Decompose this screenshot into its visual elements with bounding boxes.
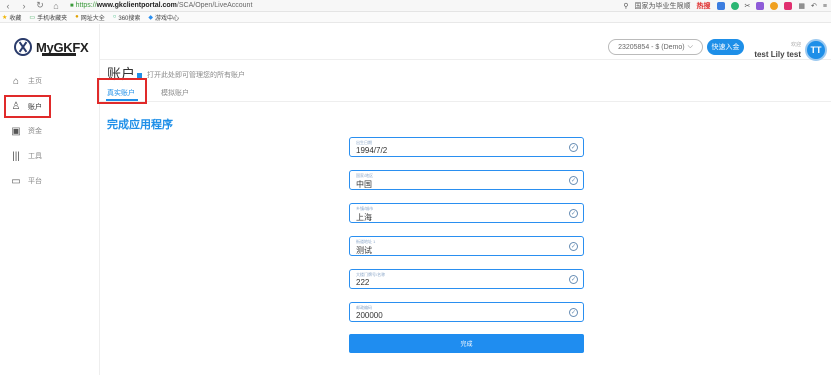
birthdate-field[interactable]: 出生日期 1994/7/2 ✓ [349, 137, 584, 157]
sidebar-item-funds[interactable]: ▣ 资金 [8, 122, 94, 140]
extension-icon-2[interactable] [730, 2, 739, 10]
browser-toolbar: ‹ › ↻ ⌂ ■ https:// www.gkclientportal.co… [0, 0, 831, 12]
check-circle-icon: ✓ [569, 143, 578, 152]
sidebar-item-label: 平台 [28, 178, 42, 185]
city-field[interactable]: 乡镇/城市 上海 ✓ [349, 203, 584, 223]
search-engine-icon: ○ [112, 14, 117, 20]
browser-right-tools: ⚲ 国家为毕业生限顺 热搜 ✂ ▦ ↶ ≡ [623, 0, 827, 12]
menu-icon[interactable]: ≡ [823, 3, 827, 10]
search-icon[interactable]: ⚲ [623, 2, 628, 10]
account-selector-value: 23205854 - $ (Demo) [618, 43, 685, 51]
welcome-text: 欢迎 [790, 42, 801, 48]
bookmark-label: 360搜索 [118, 15, 141, 22]
check-circle-icon: ✓ [569, 308, 578, 317]
grid-icon[interactable]: ▦ [798, 2, 805, 10]
street-address-field[interactable]: 街道地址 1 测试 ✓ [349, 236, 584, 256]
game-icon: ◆ [148, 14, 153, 21]
bookmark-label: 网址大全 [80, 15, 105, 22]
field-value: 测试 [356, 246, 372, 255]
extension-icon-4[interactable] [770, 2, 779, 10]
url-host: www.gkclientportal.com [96, 2, 177, 9]
sidebar-item-platform[interactable]: ▭ 平台 [8, 172, 94, 190]
bookmark-label: 手机收藏夹 [37, 15, 68, 22]
tools-icon: ||| [12, 150, 20, 162]
check-circle-icon: ✓ [569, 242, 578, 251]
scissors-icon[interactable]: ✂ [745, 2, 751, 10]
star-icon: ★ [2, 14, 8, 21]
bookmark-search[interactable]: ○ 360搜索 [113, 13, 141, 22]
sidebar-item-home[interactable]: ⌂ 主页 [8, 72, 94, 90]
search-hint[interactable]: 国家为毕业生限顺 [635, 1, 691, 11]
check-circle-icon: ✓ [569, 176, 578, 185]
username[interactable]: test Lily test [754, 50, 801, 59]
logo-underline [42, 53, 76, 56]
globe-icon: ● [75, 14, 79, 20]
tab-demo-account[interactable]: 模拟账户 [161, 88, 189, 98]
sidebar-item-label: 主页 [28, 78, 42, 85]
field-value: 中国 [356, 180, 372, 189]
reload-icon[interactable]: ↻ [32, 0, 48, 11]
field-value: 上海 [356, 213, 372, 222]
address-bar[interactable]: ■ https:// www.gkclientportal.com /SCA/O… [70, 2, 252, 9]
quick-deposit-button[interactable]: 快速入金 [707, 39, 744, 55]
bookmark-favorites[interactable]: ★ 收藏 [2, 13, 21, 22]
building-number-field[interactable]: 大楼门牌号/名称 222 ✓ [349, 269, 584, 289]
tab-live-account[interactable]: 真实账户 [107, 88, 135, 98]
bookmark-label: 游戏中心 [155, 15, 180, 22]
top-bar: 23205854 - $ (Demo) ⌵ 快速入金 欢迎 test Lily … [100, 24, 831, 61]
check-circle-icon: ✓ [569, 275, 578, 284]
sidebar-item-label: 工具 [28, 153, 42, 160]
active-tab-underline [106, 99, 138, 101]
user-icon: ♙ [11, 101, 21, 112]
sidebar: MyGKFX ⌂ 主页 ♙ 账户 ▣ 资金 ||| 工具 ▭ 平台 [0, 24, 100, 375]
country-field[interactable]: 国家/地区 中国 ✓ [349, 170, 584, 190]
page-subtitle: 打开此处即可管理您的所有账户 [147, 72, 245, 79]
bookmark-label: 收藏 [9, 15, 22, 22]
complete-button[interactable]: 完成 [349, 334, 584, 353]
account-selector[interactable]: 23205854 - $ (Demo) ⌵ [608, 39, 703, 55]
extension-icon-3[interactable] [756, 2, 765, 10]
avatar[interactable]: TT [805, 39, 827, 61]
sidebar-item-account[interactable]: ♙ 账户 [4, 95, 51, 118]
bookmark-mobile[interactable]: ▭ 手机收藏夹 [29, 13, 67, 22]
sidebar-item-label: 资金 [28, 128, 42, 135]
chevron-down-icon: ⌵ [687, 43, 693, 50]
extension-icon-1[interactable] [716, 2, 725, 10]
sidebar-item-tools[interactable]: ||| 工具 [8, 147, 94, 165]
url-protocol: https:// [75, 2, 97, 9]
tabs-divider [100, 101, 831, 102]
field-value: 200000 [356, 311, 383, 320]
url-path: /SCA/Open/LiveAccount [176, 2, 253, 9]
lock-icon: ■ [70, 2, 74, 9]
field-value: 1994/7/2 [356, 146, 388, 155]
field-value: 222 [356, 278, 370, 287]
bookmark-directory[interactable]: ● 网址大全 [75, 13, 105, 22]
extension-icon-5[interactable] [784, 2, 793, 10]
home-browser-icon[interactable]: ⌂ [48, 1, 64, 11]
bookmarks-bar: ★ 收藏 ▭ 手机收藏夹 ● 网址大全 ○ 360搜索 ◆ 游戏中心 [0, 12, 831, 23]
postal-code-field[interactable]: 邮政编码 200000 ✓ [349, 302, 584, 322]
check-circle-icon: ✓ [569, 209, 578, 218]
sidebar-item-label: 账户 [28, 103, 42, 111]
folder-icon: ▭ [29, 14, 36, 21]
bookmark-games[interactable]: ◆ 游戏中心 [148, 13, 179, 22]
back-icon[interactable]: ‹ [0, 1, 16, 11]
section-title: 完成应用程序 [107, 119, 173, 131]
forward-icon[interactable]: › [16, 1, 32, 11]
undo-icon[interactable]: ↶ [811, 2, 817, 10]
hot-label[interactable]: 热搜 [697, 1, 711, 11]
wallet-icon: ▣ [11, 125, 21, 137]
platform-icon: ▭ [11, 175, 21, 187]
home-icon: ⌂ [12, 75, 20, 87]
logo-icon [14, 38, 32, 56]
